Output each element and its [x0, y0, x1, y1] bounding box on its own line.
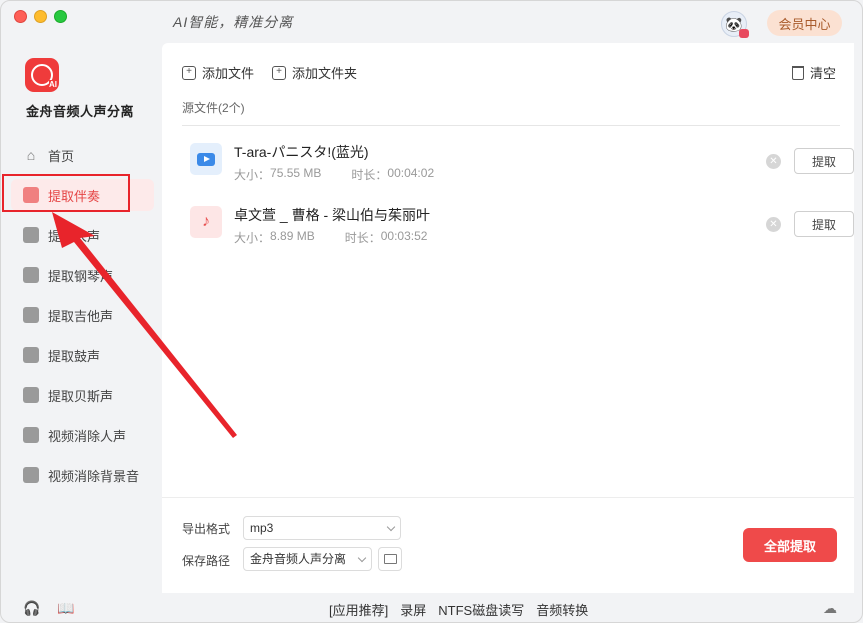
export-format-label: 导出格式 [182, 522, 231, 536]
file-meta: 大小： 8.89 MB 时长： 00:03:52 [234, 229, 427, 246]
duration-label: 时长： [344, 231, 381, 245]
file-size: 8.89 MB [270, 229, 315, 243]
music-file-icon: ♪ [190, 206, 222, 238]
sidebar: 金舟音频人声分离 ⌂ 首页 提取伴奏 提取人声 提取钢琴声 提取吉他声 [1, 43, 161, 593]
sidebar-item-extract-guitar[interactable]: 提取吉他声 [11, 299, 154, 331]
user-avatar[interactable]: 🐼 [721, 11, 749, 38]
file-duration: 00:03:52 [380, 229, 428, 243]
sidebar-item-label: 首页 [48, 148, 75, 164]
video-bg-remove-icon [22, 466, 40, 484]
footer-links: [应用推荐] 录屏 NTFS磁盘读写 音频转换 [329, 600, 588, 619]
clear-label: 清空 [810, 66, 837, 81]
divider [162, 497, 854, 498]
piano-icon [22, 266, 40, 284]
add-folder-label: 添加文件夹 [292, 66, 358, 81]
chevron-down-icon [386, 522, 396, 532]
add-file-label: 添加文件 [202, 66, 255, 81]
divider [182, 125, 840, 126]
file-row: T-ara-パニスタ!(蓝光) 大小： 75.55 MB 时长： 00:04:0… [182, 135, 854, 190]
home-icon: ⌂ [26, 147, 36, 163]
extract-button[interactable]: 提取 [794, 148, 854, 174]
app-slogan: AI智能，精准分离 [173, 14, 294, 30]
add-file-button[interactable]: + 添加文件 [182, 63, 254, 82]
sidebar-item-home[interactable]: ⌂ 首页 [11, 139, 154, 171]
sidebar-item-label: 视频消除人声 [48, 428, 127, 444]
file-duration: 00:04:02 [387, 166, 435, 180]
size-label: 大小： [234, 168, 271, 182]
app-name: 金舟音频人声分离 [26, 104, 135, 119]
file-size: 75.55 MB [270, 166, 322, 180]
export-format-select[interactable]: mp3 [243, 516, 401, 540]
file-row: ♪ 卓文萱 _ 曹格 - 梁山伯与茱丽叶 大小： 8.89 MB 时长： 00:… [182, 198, 854, 253]
sidebar-item-video-bg-remove[interactable]: 视频消除背景音 [11, 459, 154, 491]
folder-icon [383, 554, 397, 564]
browse-folder-button[interactable] [378, 547, 402, 571]
guitar-icon [22, 306, 40, 324]
file-name: T-ara-パニスタ!(蓝光) [234, 144, 369, 160]
sidebar-item-label: 提取吉他声 [48, 308, 114, 324]
duration-label: 时长： [351, 168, 388, 182]
headset-icon[interactable]: 🎧 [23, 600, 40, 616]
app-logo [25, 58, 59, 92]
drum-icon [22, 346, 40, 364]
vocal-icon [22, 226, 40, 244]
footer-link-audio-convert[interactable]: 音频转换 [536, 600, 588, 619]
add-folder-icon: + [272, 65, 286, 80]
file-meta: 大小： 75.55 MB 时长： 00:04:02 [234, 166, 434, 183]
remove-file-button[interactable]: ✕ [766, 154, 781, 169]
add-folder-button[interactable]: + 添加文件夹 [272, 63, 357, 82]
video-file-icon [190, 143, 222, 175]
sidebar-item-extract-piano[interactable]: 提取钢琴声 [11, 259, 154, 291]
video-vocal-remove-icon [22, 426, 40, 444]
sidebar-item-label: 视频消除背景音 [48, 468, 140, 484]
clear-button[interactable]: 清空 [792, 63, 836, 82]
app-recommend-label: [应用推荐] [329, 603, 389, 618]
cloud-upload-icon[interactable]: ☁ [823, 600, 839, 616]
close-window-button[interactable] [14, 10, 27, 23]
save-path-select[interactable]: 金舟音频人声分离 [243, 547, 372, 571]
source-files-label: 源文件(2个) [182, 101, 245, 115]
footer-link-ntfs[interactable]: NTFS磁盘读写 [438, 600, 524, 619]
size-label: 大小： [234, 231, 271, 245]
sidebar-item-extract-drum[interactable]: 提取鼓声 [11, 339, 154, 371]
save-path-value: 金舟音频人声分离 [250, 552, 347, 566]
chevron-down-icon [357, 553, 367, 563]
add-file-icon: + [182, 65, 196, 80]
remove-file-button[interactable]: ✕ [766, 217, 781, 232]
app-window: AI智能，精准分离 🐼 会员中心 金舟音频人声分离 ⌂ 首页 提取伴奏 提取人声 [0, 0, 863, 623]
minimize-window-button[interactable] [34, 10, 47, 23]
maximize-window-button[interactable] [54, 10, 67, 23]
vip-badge-icon [739, 29, 749, 38]
file-name: 卓文萱 _ 曹格 - 梁山伯与茱丽叶 [234, 207, 431, 223]
sidebar-item-extract-vocal[interactable]: 提取人声 [11, 219, 154, 251]
extract-all-button[interactable]: 全部提取 [743, 528, 837, 562]
logo-icon [31, 64, 57, 89]
sidebar-item-label: 提取钢琴声 [48, 268, 114, 284]
sidebar-item-video-vocal-remove[interactable]: 视频消除人声 [11, 419, 154, 451]
main-panel: + 添加文件 + 添加文件夹 清空 源文件(2个) T-ara-パニスタ!(蓝光… [162, 43, 854, 593]
member-center-button[interactable]: 会员中心 [767, 10, 842, 36]
book-icon[interactable]: 📖 [57, 600, 74, 616]
trash-icon [792, 65, 804, 80]
sidebar-item-label: 提取鼓声 [48, 348, 101, 364]
save-path-label: 保存路径 [182, 554, 231, 568]
bass-icon [22, 386, 40, 404]
title-bar: AI智能，精准分离 🐼 会员中心 [1, 1, 862, 43]
sidebar-item-label: 提取人声 [48, 228, 101, 244]
sidebar-item-extract-bass[interactable]: 提取贝斯声 [11, 379, 154, 411]
footer: 🎧 📖 [应用推荐] 录屏 NTFS磁盘读写 音频转换 ☁ [1, 593, 862, 622]
footer-link-screen-record[interactable]: 录屏 [400, 600, 426, 619]
sidebar-item-label: 提取贝斯声 [48, 388, 114, 404]
extract-button[interactable]: 提取 [794, 211, 854, 237]
annotation-highlight-box [2, 174, 130, 212]
export-format-value: mp3 [250, 521, 274, 535]
